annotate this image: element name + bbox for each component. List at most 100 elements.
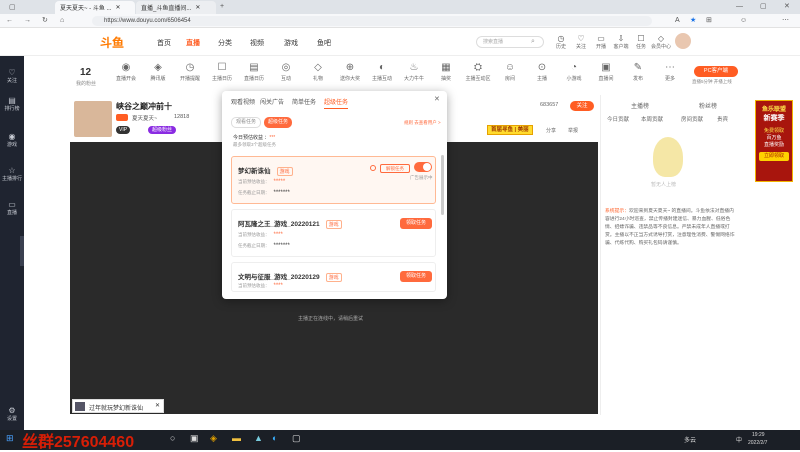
tab-anchor-rank[interactable]: 主播榜 [631,101,649,110]
toolbar-item[interactable]: ⊕ 送你大奖 [336,62,364,82]
toolbar-item[interactable]: ◐ 主播互动 [368,62,396,82]
clock-date[interactable]: 2022/2/7 [748,440,767,446]
taskview-icon[interactable]: ▣ [190,433,199,444]
ad-toggle[interactable] [414,162,432,172]
toolbar-item[interactable]: ☐ 主播日历 [208,62,236,82]
refresh-icon[interactable]: ↻ [42,14,48,28]
broadcast-link[interactable]: ▭ 开播 [591,34,611,50]
claim-task-button[interactable]: 领取任务 [400,271,432,282]
modal-tab-ad[interactable]: 闯关广告 [260,97,284,106]
close-window-icon[interactable]: ✕ [784,0,790,14]
maximize-icon[interactable]: ▢ [760,0,767,14]
url-input[interactable]: https://www.douyu.com/6506454 [92,16,652,26]
toolbar-item[interactable]: ✎ 发布 [624,62,652,82]
ad-button[interactable]: 立即领取 [759,152,789,161]
nav-home[interactable]: 首页 [157,38,171,48]
sidebar-settings[interactable]: ⚙ 设置 [0,406,24,422]
subtab-week[interactable]: 本周贡献 [641,115,663,123]
more-icon[interactable]: ⋯ [782,14,789,28]
toolbar-item[interactable]: ◷ 开播提醒 [176,62,204,82]
modal-scrollbar[interactable] [441,155,444,215]
back-icon[interactable]: ← [6,14,13,28]
toolbar-item[interactable]: ◔ 小游戏 [560,62,588,82]
collections-icon[interactable]: ⊞ [706,14,712,28]
history-link[interactable]: ◷ 历史 [551,34,571,50]
clock-time[interactable]: 19:29 [752,432,765,438]
toolbar-item[interactable]: ▤ 直播日历 [240,62,268,82]
app-icon-3[interactable]: ▢ [292,433,301,444]
nav-yuba[interactable]: 鱼吧 [317,38,331,48]
nav-game[interactable]: 游戏 [284,38,298,48]
toolbar-item[interactable]: ▦ 抽奖 [432,62,460,82]
sidebar-item-live[interactable]: ▭ 直播 [0,200,24,216]
close-icon[interactable]: ✕ [116,4,121,11]
home-icon[interactable]: ⌂ [60,14,64,28]
close-icon[interactable]: ✕ [434,95,440,103]
toolbar-item[interactable]: ☺ 房间 [496,62,524,82]
event-banner[interactable]: 首届寻鱼 | 美丽 [487,125,533,135]
task-card-2[interactable]: 阿瓦隆之王_游戏_20220121 游戏 当前预估收益： **** 任务截止日期： *… [231,209,436,257]
nav-video[interactable]: 视频 [250,38,264,48]
modal-tab-super[interactable]: 超级任务 [324,97,349,109]
task-card-1[interactable]: 梦幻新诛仙 游戏 当前预估收益： ***** 任务截止日期： ******* 解锁任务… [231,156,436,204]
client-link[interactable]: ⇩ 客户端 [611,34,631,50]
task-card-3[interactable]: 文明与征服_游戏_20220129 游戏 当前预估收益： **** 领取任务 [231,262,436,292]
sidebar-item-anchor[interactable]: ☆ 主播排行 [0,166,24,182]
follow-button[interactable]: 关注 [570,101,594,111]
nav-live[interactable]: 直播 [186,38,200,48]
browser-tab-2[interactable]: 直播_斗鱼直播间... ✕ [136,1,216,14]
pc-client-button[interactable]: PC客户端 [694,66,738,77]
claim-task-button[interactable]: 领取任务 [400,218,432,229]
read-aloud-icon[interactable]: A [675,14,680,28]
sidebar-item-rank[interactable]: ▤ 排行榜 [0,96,24,112]
streamer-avatar[interactable] [74,101,112,137]
avatar[interactable] [675,33,691,49]
side-ad[interactable]: 鱼乐联盟 新赛季 免费领取 百万鱼 直播奖励 立即领取 [755,100,793,182]
tab-actions[interactable]: ▢ [4,1,34,14]
task-link[interactable]: ☐ 任务 [631,34,651,50]
app-icon-1[interactable]: ◈ [210,433,217,444]
fan-badge[interactable]: 超级粉丝 [148,126,177,134]
vip-link[interactable]: ◇ 会员中心 [651,34,671,50]
info-icon[interactable] [370,165,376,171]
unlock-task-button[interactable]: 解锁任务 [380,164,410,173]
toolbar-item[interactable]: ◈ 腾讯版 [144,62,172,82]
browser-tab-1[interactable]: 夏天夏天~ - 斗鱼 ... ✕ [55,1,135,14]
site-logo[interactable]: 斗鱼 [100,34,124,51]
profile-icon[interactable]: ☺ [740,14,747,28]
toolbar-item[interactable]: ◉ 直播开会 [112,62,140,82]
sidebar-item-follow[interactable]: ♡ 关注 [0,68,24,84]
favorite-icon[interactable]: ★ [690,14,696,28]
follow-link[interactable]: ♡ 关注 [571,34,591,50]
rules-link[interactable]: 规则 去查看用户 > [404,120,441,126]
search-icon[interactable]: ⌕ [531,38,535,46]
close-icon[interactable]: ✕ [155,402,160,409]
edge-icon[interactable]: ◐ [272,433,277,443]
subtab-watch[interactable]: 观看任务 [231,117,262,128]
start-icon[interactable]: ⊞ [6,433,14,444]
toolbar-item[interactable]: ▣ 直播间 [592,62,620,82]
close-icon[interactable]: ✕ [195,4,200,11]
share-link[interactable]: 分享 [546,127,556,134]
subtab-super[interactable]: 超级任务 [264,117,293,128]
streamer-name[interactable]: 夏天夏天~ [132,114,157,122]
modal-tab-simple[interactable]: 简单任务 [292,97,316,106]
search-icon[interactable]: ○ [170,433,175,443]
toolbar-item[interactable]: ◎ 互动 [272,62,300,82]
toolbar-item[interactable]: ⛭ 主播互动区 [464,62,492,82]
sidebar-item-game[interactable]: ◉ 游戏 [0,132,24,148]
toolbar-item[interactable]: ◇ 礼物 [304,62,332,82]
report-link[interactable]: 举报 [568,127,578,134]
toolbar-item[interactable]: ♨ 大力牛牛 [400,62,428,82]
toolbar-item[interactable]: ⊙ 主播 [528,62,556,82]
toolbar-item[interactable]: ⋯ 更多 [656,62,684,82]
sidebar-collapse-handle[interactable] [20,236,24,266]
app-icon-2[interactable]: ▲ [254,433,263,443]
nav-category[interactable]: 分类 [218,38,232,48]
forward-icon[interactable]: → [24,14,31,28]
minimize-icon[interactable]: — [736,0,743,14]
promo-popup[interactable]: 过年就玩梦幻新诛仙 ✕ [72,399,164,413]
ime-indicator[interactable]: 中 [736,435,742,444]
new-tab-icon[interactable]: + [220,0,224,14]
subtab-room[interactable]: 房间贡献 [681,115,703,123]
